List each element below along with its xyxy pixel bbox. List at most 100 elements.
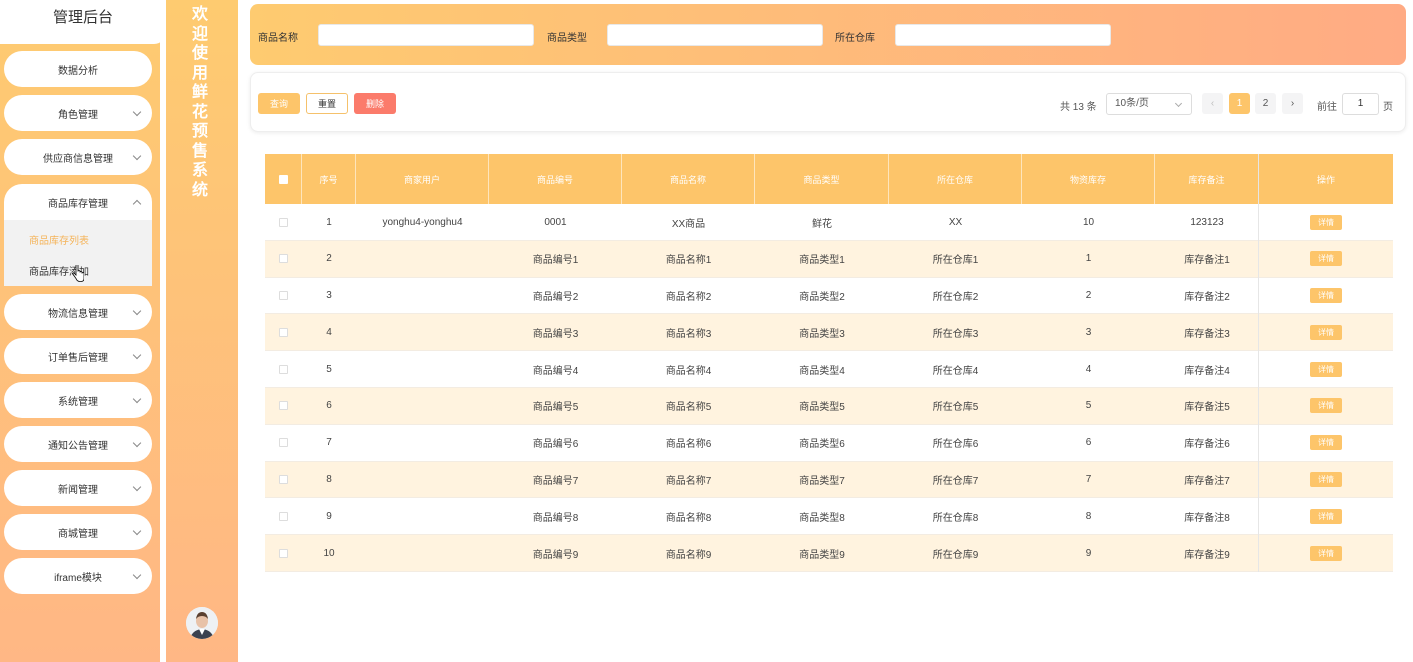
cell-col-merchant — [356, 462, 489, 498]
menu-item-news[interactable]: 新闻管理 — [4, 470, 152, 506]
menu-item-data-analysis[interactable]: 数据分析 — [4, 51, 152, 87]
menu-item-mall[interactable]: 商城管理 — [4, 514, 152, 550]
chevron-down-icon — [132, 350, 142, 360]
chevron-down-icon — [132, 394, 142, 404]
menu-item-orders[interactable]: 订单售后管理 — [4, 338, 152, 374]
cell-col-merchant — [356, 241, 489, 277]
table-row[interactable]: 2 商品编号1 商品名称1 商品类型1 所在仓库1 1 库存备注1 详情 — [265, 240, 1393, 278]
detail-button[interactable]: 详情 — [1310, 435, 1342, 451]
table-row[interactable]: 1 yonghu4-yonghu4 0001 XX商品 鲜花 XX 10 123123 详情 — [265, 204, 1393, 241]
goto-label: 前往 — [1317, 102, 1337, 113]
cell-col-index: 10 — [323, 547, 335, 559]
cell-col-code: 商品编号4 — [532, 365, 579, 377]
cell-col-name: 商品名称1 — [665, 255, 712, 267]
row-checkbox[interactable] — [279, 475, 288, 485]
next-page-button[interactable]: › — [1282, 93, 1303, 114]
cell-col-code: 0001 — [544, 216, 567, 228]
page-unit-label: 页 — [1383, 102, 1393, 113]
detail-button[interactable]: 详情 — [1310, 214, 1342, 230]
table-row[interactable]: 7 商品编号6 商品名称6 商品类型6 所在仓库6 6 库存备注6 详情 — [265, 424, 1393, 462]
cell-col-warehouse: XX — [948, 216, 963, 228]
cell-col-index: 6 — [326, 400, 332, 412]
product-type-label: 商品类型 — [547, 33, 587, 44]
cell-col-stock: 1 — [1085, 253, 1092, 265]
welcome-bar: 欢迎使用鲜花预售系统 — [166, 0, 238, 662]
prev-page-button[interactable]: ‹ — [1202, 93, 1223, 114]
row-checkbox[interactable] — [279, 327, 288, 337]
cell-col-remark: 库存备注4 — [1184, 365, 1230, 377]
row-checkbox[interactable] — [279, 401, 288, 411]
select-all-checkbox[interactable] — [278, 174, 288, 184]
product-type-input[interactable] — [607, 24, 823, 46]
row-checkbox[interactable] — [279, 548, 288, 558]
cell-col-name: XX商品 — [671, 218, 706, 230]
row-checkbox[interactable] — [279, 364, 288, 374]
table-row[interactable]: 8 商品编号7 商品名称7 商品类型7 所在仓库7 7 库存备注7 详情 — [265, 461, 1393, 499]
cell-col-type: 商品类型5 — [799, 402, 845, 414]
cell-col-type: 鲜花 — [812, 218, 832, 230]
warehouse-input[interactable] — [895, 24, 1111, 46]
header-col-stock: 物资库存 — [1022, 154, 1155, 204]
menu-item-suppliers[interactable]: 供应商信息管理 — [4, 139, 152, 175]
detail-button[interactable]: 详情 — [1310, 545, 1342, 561]
page-size-value: 10条/页 — [1115, 98, 1149, 109]
cell-col-stock: 2 — [1085, 290, 1092, 302]
page-size-select[interactable]: 10条/页 — [1106, 93, 1192, 115]
detail-button[interactable]: 详情 — [1310, 361, 1342, 377]
row-checkbox[interactable] — [279, 254, 288, 264]
page-button-2[interactable]: 2 — [1255, 93, 1276, 114]
query-button[interactable]: 查询 — [258, 93, 300, 114]
cell-col-type: 商品类型9 — [799, 549, 845, 561]
avatar[interactable] — [186, 607, 218, 639]
cell-col-remark: 库存备注5 — [1184, 402, 1230, 414]
row-select-cell — [265, 425, 302, 461]
cell-col-remark: 库存备注8 — [1184, 512, 1230, 524]
menu-item-roles[interactable]: 角色管理 — [4, 95, 152, 131]
table-row[interactable]: 4 商品编号3 商品名称3 商品类型3 所在仓库3 3 库存备注3 详情 — [265, 314, 1393, 352]
cell-col-remark: 库存备注6 — [1184, 439, 1230, 451]
cell-col-name: 商品名称8 — [665, 512, 712, 524]
detail-button[interactable]: 详情 — [1310, 324, 1342, 340]
cell-col-operation: 详情 — [1259, 462, 1393, 498]
cell-col-index: 7 — [326, 437, 332, 449]
cell-col-stock: 4 — [1085, 363, 1092, 375]
menu-item-notices[interactable]: 通知公告管理 — [4, 426, 152, 462]
header-col-remark: 库存备注 — [1155, 154, 1259, 204]
cell-col-code: 商品编号2 — [532, 292, 579, 304]
submenu-item-inventory-list[interactable]: 商品库存列表 — [29, 232, 89, 247]
row-checkbox[interactable] — [279, 291, 288, 301]
warehouse-label: 所在仓库 — [835, 33, 875, 44]
table-row[interactable]: 9 商品编号8 商品名称8 商品类型8 所在仓库8 8 库存备注8 详情 — [265, 498, 1393, 536]
table-body: 1 yonghu4-yonghu4 0001 XX商品 鲜花 XX 10 123123 详情 2 商… — [265, 204, 1393, 572]
cell-col-operation: 详情 — [1259, 351, 1393, 387]
page-button-1[interactable]: 1 — [1229, 93, 1250, 114]
detail-button[interactable]: 详情 — [1310, 251, 1342, 267]
menu-item-system[interactable]: 系统管理 — [4, 382, 152, 418]
row-checkbox[interactable] — [279, 217, 288, 227]
row-checkbox[interactable] — [279, 511, 288, 521]
cell-col-operation: 详情 — [1259, 498, 1393, 534]
cell-col-warehouse: 所在仓库8 — [932, 512, 979, 524]
delete-button[interactable]: 删除 — [354, 93, 396, 114]
menu-item-label: 商品库存管理 — [48, 198, 108, 210]
menu-item-iframe[interactable]: iframe模块 — [4, 558, 152, 594]
total-count: 共 13 条 — [1060, 102, 1097, 113]
goto-page-input[interactable]: 1 — [1342, 93, 1379, 115]
menu-item-inventory[interactable]: 商品库存管理 — [4, 184, 152, 220]
reset-button[interactable]: 重置 — [306, 93, 348, 114]
header-select-all — [265, 154, 302, 204]
chevron-up-icon — [132, 199, 142, 209]
detail-button[interactable]: 详情 — [1310, 472, 1342, 488]
detail-button[interactable]: 详情 — [1310, 508, 1342, 524]
detail-button[interactable]: 详情 — [1310, 288, 1342, 304]
detail-button[interactable]: 详情 — [1310, 398, 1342, 414]
cell-col-stock: 5 — [1085, 400, 1092, 412]
table-row[interactable]: 6 商品编号5 商品名称5 商品类型5 所在仓库5 5 库存备注5 详情 — [265, 387, 1393, 425]
table-row[interactable]: 3 商品编号2 商品名称2 商品类型2 所在仓库2 2 库存备注2 详情 — [265, 277, 1393, 315]
row-checkbox[interactable] — [279, 438, 288, 448]
table-row[interactable]: 5 商品编号4 商品名称4 商品类型4 所在仓库4 4 库存备注4 详情 — [265, 351, 1393, 388]
product-name-input[interactable] — [318, 24, 534, 46]
menu-item-logistics[interactable]: 物流信息管理 — [4, 294, 152, 330]
table-row[interactable]: 10 商品编号9 商品名称9 商品类型9 所在仓库9 9 库存备注9 详情 — [265, 535, 1393, 572]
menu-item-label: 物流信息管理 — [48, 308, 108, 320]
